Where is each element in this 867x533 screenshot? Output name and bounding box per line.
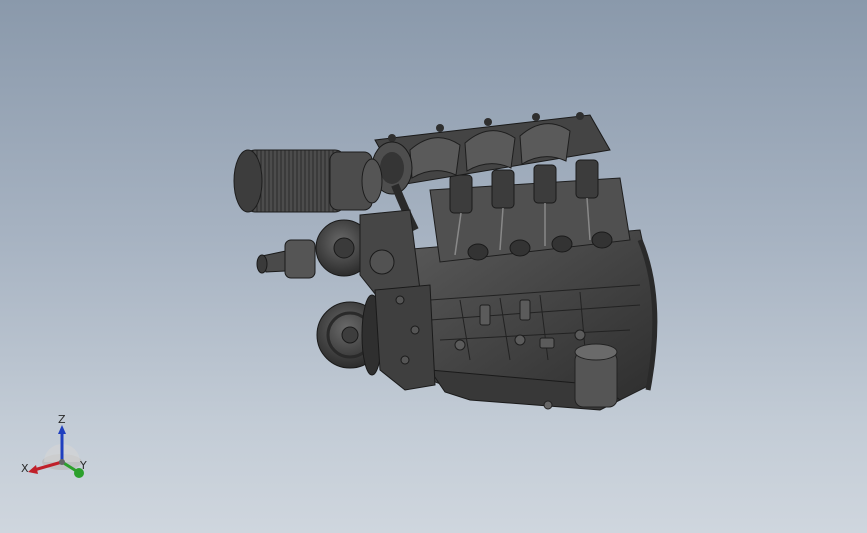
3d-graphics-viewport[interactable]: Z X Y <box>0 0 867 533</box>
x-axis-arrow <box>28 465 38 474</box>
air-filter <box>233 149 383 213</box>
y-axis-label: Y <box>79 459 87 472</box>
x-axis-label: X <box>21 462 29 475</box>
engine-3d-model[interactable] <box>0 0 867 533</box>
front-accessories <box>256 209 436 391</box>
axis-triad: Z X Y <box>21 413 87 478</box>
z-axis-arrow <box>58 425 66 434</box>
z-axis-label: Z <box>58 413 66 426</box>
triad-origin <box>59 459 65 465</box>
